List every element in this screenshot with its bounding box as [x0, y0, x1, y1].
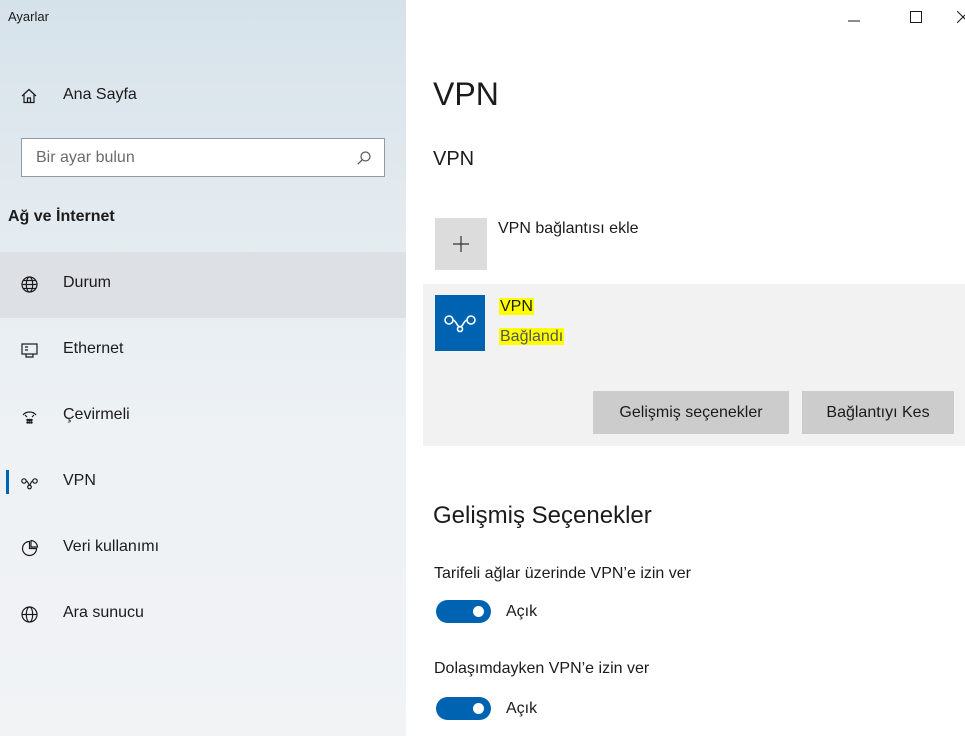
metered-network-option-label: Tarifeli ağlar üzerinde VPN’e izin ver: [434, 565, 691, 582]
search-input[interactable]: [22, 139, 356, 176]
vpn-connection-name-text: VPN: [499, 298, 534, 315]
vpn-connection-status-text: Bağlandı: [499, 328, 565, 345]
sidebar-section-title: Ağ ve İnternet: [8, 208, 115, 225]
main-content: VPN VPN VPN bağlantısı ekle VPN Bağlandı…: [406, 0, 965, 736]
vpn-icon: [444, 315, 476, 333]
sidebar-item-label: Ara sunucu: [63, 604, 144, 621]
maximize-icon: [910, 11, 922, 23]
sidebar-item-veri-kullanimi[interactable]: Veri kullanımı: [0, 516, 406, 582]
sidebar-item-label: VPN: [63, 472, 96, 489]
ethernet-icon: [20, 341, 39, 360]
vpn-icon: [20, 473, 39, 492]
roaming-toggle[interactable]: [436, 697, 491, 720]
globe-status-icon: [20, 275, 39, 294]
metered-network-toggle[interactable]: [436, 600, 491, 623]
sidebar-item-label: Veri kullanımı: [63, 538, 160, 555]
sidebar: Ayarlar Ana Sayfa Ağ ve İnternet: [0, 0, 406, 736]
sidebar-item-ethernet[interactable]: Ethernet: [0, 318, 406, 384]
sidebar-item-vpn[interactable]: VPN: [0, 450, 406, 516]
home-label: Ana Sayfa: [63, 86, 137, 103]
vpn-connection-status: Bağlandı: [499, 328, 565, 346]
close-icon: [957, 11, 965, 23]
vpn-connection-card[interactable]: VPN Bağlandı Gelişmiş seçenekler Bağlant…: [423, 284, 965, 446]
toggle-knob: [473, 606, 484, 617]
sidebar-item-label: Ethernet: [63, 340, 124, 357]
proxy-globe-icon: [20, 605, 39, 624]
roaming-option-label: Dolaşımdayken VPN’e izin ver: [434, 660, 650, 677]
sidebar-item-cevirmeli[interactable]: Çevirmeli: [0, 384, 406, 450]
sidebar-item-label: Durum: [63, 274, 112, 291]
add-vpn-label[interactable]: VPN bağlantısı ekle: [498, 220, 639, 238]
sidebar-nav: Durum Ethernet Çevirmeli VPN Veri kullan…: [0, 252, 406, 648]
dialup-icon: [20, 407, 39, 426]
home-icon: [20, 87, 38, 105]
add-vpn-button[interactable]: [435, 218, 487, 270]
home-nav-item[interactable]: Ana Sayfa: [0, 78, 406, 114]
app-title: Ayarlar: [8, 9, 49, 24]
sidebar-item-ara-sunucu[interactable]: Ara sunucu: [0, 582, 406, 648]
vpn-section-title: VPN: [433, 148, 475, 170]
close-button[interactable]: [941, 2, 965, 32]
disconnect-button[interactable]: Bağlantıyı Kes: [802, 391, 954, 434]
data-usage-icon: [20, 539, 39, 558]
sidebar-item-label: Çevirmeli: [63, 406, 130, 423]
sidebar-item-durum[interactable]: Durum: [0, 252, 406, 318]
minimize-button[interactable]: [831, 2, 877, 32]
toggle-knob: [473, 703, 484, 714]
maximize-button[interactable]: [893, 2, 939, 32]
plus-icon: [453, 236, 469, 252]
minimize-icon: [848, 20, 860, 22]
advanced-options-title: Gelişmiş Seçenekler: [433, 502, 652, 529]
vpn-connection-tile: [435, 295, 485, 351]
search-box: [21, 138, 385, 177]
page-title: VPN: [433, 76, 499, 112]
roaming-toggle-state: Açık: [506, 700, 538, 717]
vpn-connection-name: VPN: [499, 298, 534, 316]
search-icon[interactable]: [356, 150, 372, 166]
metered-network-toggle-state: Açık: [506, 603, 538, 620]
advanced-options-button[interactable]: Gelişmiş seçenekler: [593, 391, 789, 434]
active-indicator: [6, 470, 9, 494]
settings-window: Ayarlar Ana Sayfa Ağ ve İnternet: [0, 0, 965, 736]
